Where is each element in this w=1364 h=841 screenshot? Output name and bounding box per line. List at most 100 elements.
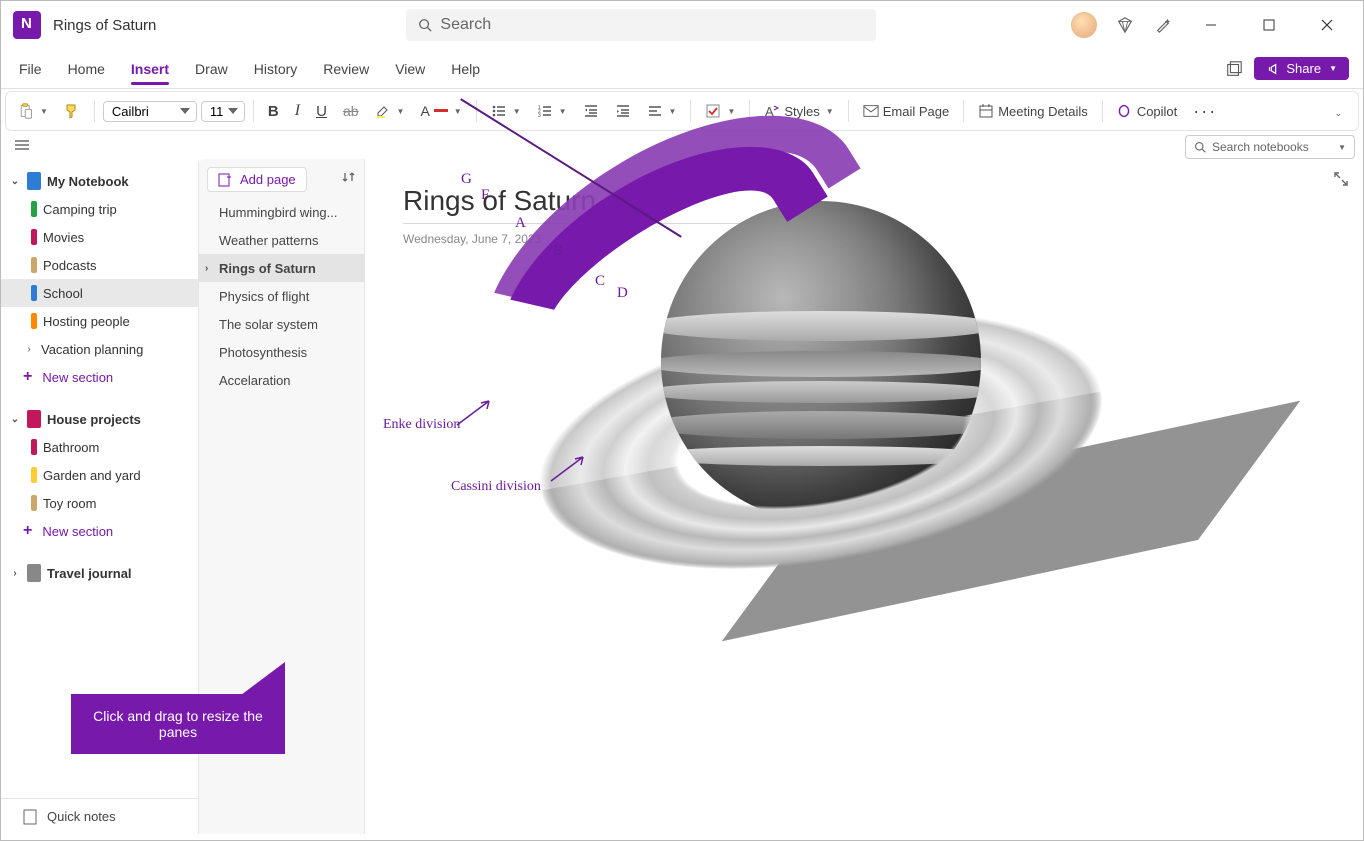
section-color-icon bbox=[31, 201, 37, 217]
title-bar: Rings of Saturn Search bbox=[1, 1, 1363, 49]
resize-panes-tooltip: Click and drag to resize the panes bbox=[71, 694, 285, 754]
notebook-travel-journal[interactable]: › Travel journal bbox=[1, 559, 198, 587]
ribbon-expand-chevron[interactable]: ⌄ bbox=[1322, 104, 1352, 119]
open-in-new-window-icon[interactable] bbox=[1224, 59, 1244, 79]
ring-label-c: C bbox=[595, 273, 605, 290]
section-color-icon bbox=[31, 439, 37, 455]
font-size-select[interactable]: 11 bbox=[201, 101, 245, 122]
outdent-button[interactable] bbox=[577, 99, 605, 123]
tab-home[interactable]: Home bbox=[56, 55, 117, 83]
align-button[interactable]: ▼ bbox=[641, 99, 683, 123]
section-hosting-people[interactable]: Hosting people bbox=[1, 307, 198, 335]
ring-label-g: G bbox=[461, 171, 472, 188]
chevron-down-icon: ▼ bbox=[826, 107, 834, 116]
section-camping-trip[interactable]: Camping trip bbox=[1, 195, 198, 223]
chevron-right-icon: › bbox=[9, 568, 21, 579]
new-section-button[interactable]: +New section bbox=[1, 517, 198, 545]
meeting-details-button[interactable]: Meeting Details bbox=[972, 99, 1094, 123]
paste-button[interactable]: ▼ bbox=[12, 99, 54, 123]
section-garden[interactable]: Garden and yard bbox=[1, 461, 198, 489]
enke-annotation: Enke division bbox=[383, 417, 460, 433]
notebook-search[interactable]: Search notebooks ▼ bbox=[1185, 135, 1355, 159]
tab-help[interactable]: Help bbox=[439, 55, 492, 83]
page-item[interactable]: The solar system bbox=[199, 310, 364, 338]
section-color-icon bbox=[31, 285, 37, 301]
plus-icon: + bbox=[23, 368, 32, 386]
saturn-illustration: G F A B C D Enke division Cassini divisi… bbox=[381, 161, 1241, 721]
section-bathroom[interactable]: Bathroom bbox=[1, 433, 198, 461]
formatting-toolbar: ▼ Cailbri 11 B I U ab ▼ A▼ ▼ 123▼ ▼ ▼ AS… bbox=[5, 91, 1359, 131]
notebook-icon bbox=[27, 564, 41, 582]
new-section-button[interactable]: +New section bbox=[1, 363, 198, 391]
diamond-icon[interactable] bbox=[1115, 15, 1135, 35]
add-page-icon bbox=[218, 173, 232, 187]
notebook-icon bbox=[27, 410, 41, 428]
tab-review[interactable]: Review bbox=[311, 55, 381, 83]
chevron-down-icon: ▼ bbox=[727, 107, 735, 116]
notebook-my-notebook[interactable]: ⌄ My Notebook bbox=[1, 167, 198, 195]
share-icon bbox=[1266, 62, 1280, 76]
section-school[interactable]: School bbox=[1, 279, 198, 307]
quick-notes-button[interactable]: Quick notes bbox=[1, 798, 198, 834]
hamburger-icon[interactable] bbox=[9, 136, 35, 158]
sort-pages-button[interactable] bbox=[342, 170, 356, 189]
page-icon bbox=[23, 809, 37, 825]
svg-text:3: 3 bbox=[538, 113, 541, 119]
chevron-down-icon: ▼ bbox=[513, 107, 521, 116]
share-button[interactable]: Share ▼ bbox=[1254, 57, 1349, 80]
numbering-button[interactable]: 123▼ bbox=[531, 99, 573, 123]
section-podcasts[interactable]: Podcasts bbox=[1, 251, 198, 279]
strikethrough-button[interactable]: ab bbox=[337, 99, 365, 123]
add-page-button[interactable]: Add page bbox=[207, 167, 307, 192]
section-movies[interactable]: Movies bbox=[1, 223, 198, 251]
ring-label-b: B bbox=[553, 243, 563, 260]
font-name-select[interactable]: Cailbri bbox=[103, 101, 197, 122]
window-close[interactable] bbox=[1307, 9, 1347, 41]
chevron-right-icon: › bbox=[205, 263, 208, 274]
search-box[interactable]: Search bbox=[406, 9, 876, 41]
email-page-button[interactable]: Email Page bbox=[857, 99, 955, 123]
highlight-button[interactable]: ▼ bbox=[369, 99, 411, 123]
section-color-icon bbox=[31, 467, 37, 483]
notebook-icon bbox=[27, 172, 41, 190]
page-item[interactable]: Accelaration bbox=[199, 366, 364, 394]
section-vacation-planning[interactable]: ›Vacation planning bbox=[1, 335, 198, 363]
cassini-annotation: Cassini division bbox=[451, 479, 541, 495]
section-toy-room[interactable]: Toy room bbox=[1, 489, 198, 517]
section-color-icon bbox=[31, 495, 37, 511]
tab-file[interactable]: File bbox=[7, 55, 54, 83]
page-item[interactable]: Hummingbird wing... bbox=[199, 198, 364, 226]
tab-insert[interactable]: Insert bbox=[119, 55, 181, 83]
page-item[interactable]: ›Rings of Saturn bbox=[199, 254, 364, 282]
tab-history[interactable]: History bbox=[242, 55, 310, 83]
format-painter-button[interactable] bbox=[58, 99, 86, 123]
underline-button[interactable]: U bbox=[310, 99, 333, 124]
fullscreen-icon[interactable] bbox=[1333, 171, 1349, 192]
notebook-house-projects[interactable]: ⌄ House projects bbox=[1, 405, 198, 433]
sparkle-wand-icon[interactable] bbox=[1153, 15, 1173, 35]
annotation-arrow bbox=[549, 453, 589, 483]
page-item[interactable]: Photosynthesis bbox=[199, 338, 364, 366]
chevron-down-icon: ▼ bbox=[1329, 64, 1337, 73]
tab-draw[interactable]: Draw bbox=[183, 55, 240, 83]
window-minimize[interactable] bbox=[1191, 9, 1231, 41]
indent-button[interactable] bbox=[609, 99, 637, 123]
copilot-button[interactable]: Copilot bbox=[1111, 99, 1183, 123]
tab-view[interactable]: View bbox=[383, 55, 437, 83]
chevron-down-icon: ⌄ bbox=[9, 176, 21, 187]
window-maximize[interactable] bbox=[1249, 9, 1289, 41]
italic-button[interactable]: I bbox=[289, 98, 306, 124]
search-placeholder: Search bbox=[440, 16, 491, 34]
font-color-button[interactable]: A▼ bbox=[414, 99, 467, 123]
chevron-down-icon: ▼ bbox=[1338, 143, 1346, 152]
page-item[interactable]: Physics of flight bbox=[199, 282, 364, 310]
bold-button[interactable]: B bbox=[262, 99, 285, 124]
more-commands-button[interactable]: ··· bbox=[1187, 97, 1223, 126]
user-avatar[interactable] bbox=[1071, 12, 1097, 38]
section-color-icon bbox=[31, 313, 37, 329]
section-color-icon bbox=[31, 257, 37, 273]
search-icon bbox=[418, 18, 432, 32]
ribbon-tabs: File Home Insert Draw History Review Vie… bbox=[1, 49, 1363, 89]
page-item[interactable]: Weather patterns bbox=[199, 226, 364, 254]
chevron-right-icon: › bbox=[23, 344, 35, 355]
